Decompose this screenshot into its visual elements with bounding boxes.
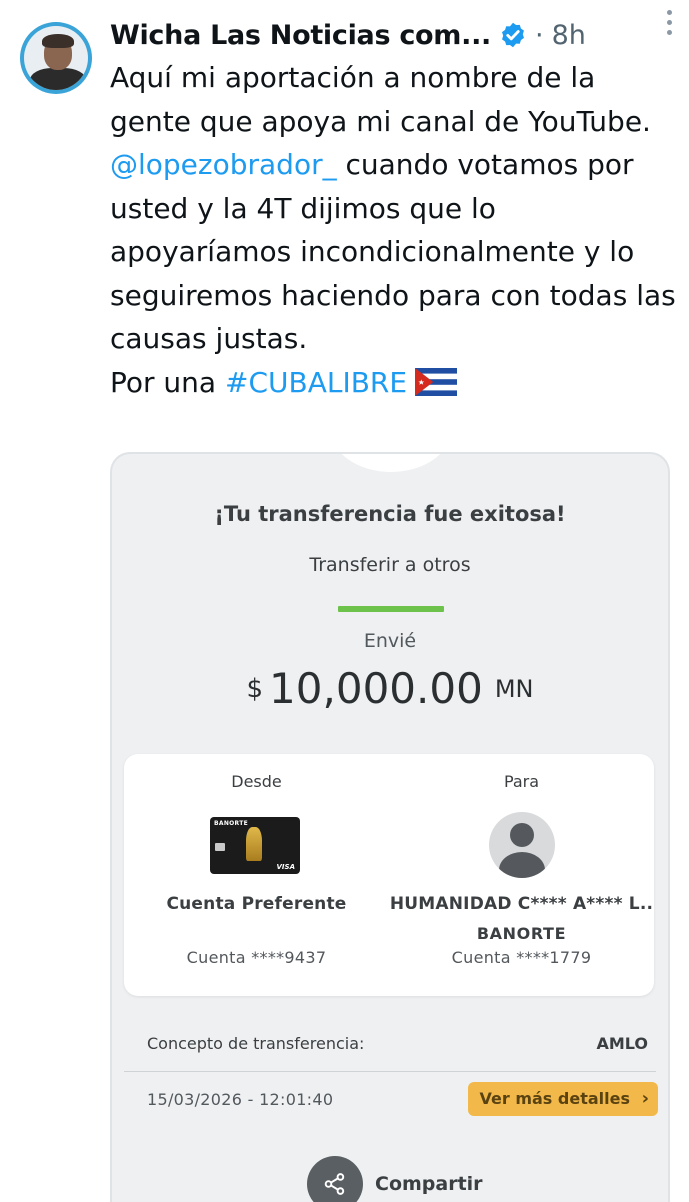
verified-badge-icon: [502, 22, 524, 48]
to-account: Para HUMANIDAD C**** A**** L.. BANORTE C…: [389, 754, 654, 996]
chevron-right-icon: ›: [641, 1088, 649, 1109]
receipt-notch: [330, 454, 452, 472]
from-account: Desde BANORTE VISA Cuenta Preferente Cue…: [124, 754, 389, 996]
currency-code: MN: [494, 675, 534, 703]
from-account-name: Cuenta Preferente: [166, 894, 347, 914]
author-avatar[interactable]: [20, 22, 92, 94]
currency-symbol: $: [246, 674, 264, 704]
concept-label: Concepto de transferencia:: [147, 1034, 365, 1053]
card-brand: BANORTE: [214, 820, 248, 827]
transfer-receipt-image[interactable]: ¡Tu transferencia fue exitosa! Transferi…: [110, 452, 670, 1202]
view-details-label: Ver más detalles: [479, 1089, 630, 1108]
transfer-datetime: 15/03/2026 - 12:01:40: [147, 1090, 334, 1109]
hashtag-link[interactable]: #CUBALIBRE: [225, 366, 407, 399]
accounts-panel: Desde BANORTE VISA Cuenta Preferente Cue…: [124, 754, 654, 996]
to-label: Para: [503, 772, 540, 791]
from-account-number: Cuenta ****9437: [186, 948, 327, 967]
recipient-bank: BANORTE: [476, 924, 567, 943]
from-label: Desde: [231, 772, 282, 791]
amount: $10,000.00 MN: [112, 664, 668, 713]
success-accent-bar: [338, 606, 444, 612]
recipient-name: HUMANIDAD C**** A**** L..: [389, 894, 654, 914]
recipient-account-number: Cuenta ****1779: [451, 948, 592, 967]
tweet-text-part-3: Por una: [110, 365, 225, 399]
divider: [124, 1071, 656, 1072]
receipt-subtitle: Transferir a otros: [309, 554, 471, 576]
card-network: VISA: [276, 863, 295, 871]
bank-card-image: BANORTE VISA: [210, 817, 300, 874]
mention-link[interactable]: @lopezobrador_: [110, 148, 337, 181]
cuba-flag-icon: [415, 367, 458, 396]
amount-value: 10,000.00: [269, 664, 483, 713]
share-icon: [307, 1156, 363, 1202]
tweet-body: Aquí mi aportación a nombre de la gente …: [110, 56, 680, 404]
view-details-button[interactable]: Ver más detalles ›: [467, 1082, 658, 1116]
header-separator: ·: [535, 19, 544, 51]
receipt-title: ¡Tu transferencia fue exitosa!: [214, 502, 566, 526]
default-avatar-icon: [489, 812, 555, 878]
tweet-text-part-1: Aquí mi aportación a nombre de la gente …: [110, 61, 651, 138]
avatar-photo: [24, 26, 88, 90]
tweet-header: Wicha Las Noticias com... · 8h: [110, 14, 670, 56]
share-button[interactable]: Compartir: [307, 1154, 483, 1202]
more-options-icon[interactable]: [667, 10, 675, 35]
share-label: Compartir: [375, 1173, 483, 1195]
tweet-timestamp[interactable]: 8h: [552, 20, 586, 51]
trophy-icon: [246, 827, 262, 861]
sent-label: Envié: [363, 630, 417, 652]
author-name[interactable]: Wicha Las Noticias com...: [110, 20, 491, 51]
concept-value: AMLO: [596, 1034, 648, 1053]
